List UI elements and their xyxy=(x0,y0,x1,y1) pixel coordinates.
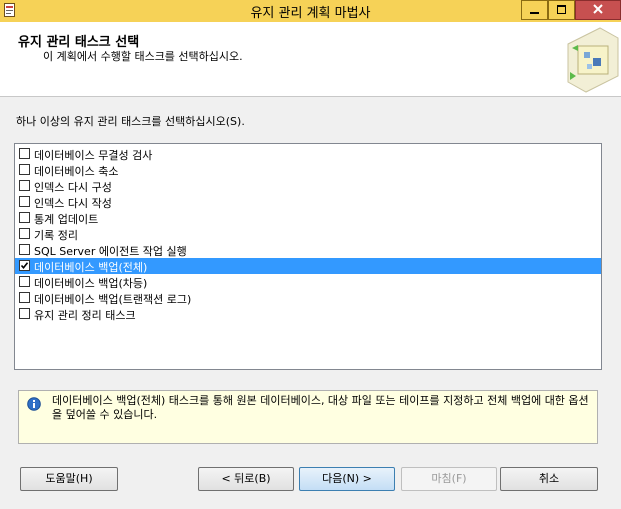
task-list-item[interactable]: 기록 정리 xyxy=(15,226,601,242)
task-checkbox[interactable] xyxy=(19,164,30,175)
task-label: SQL Server 에이전트 작업 실행 xyxy=(34,245,187,258)
task-checkbox[interactable] xyxy=(19,148,30,159)
task-label: 데이터베이스 백업(전체) xyxy=(34,261,148,274)
task-description-panel: 데이터베이스 백업(전체) 태스크를 통해 원본 데이터베이스, 대상 파일 또… xyxy=(18,390,598,444)
maximize-icon xyxy=(557,5,566,14)
task-checkbox[interactable] xyxy=(19,292,30,303)
task-checkbox[interactable] xyxy=(19,228,30,239)
task-checkbox[interactable] xyxy=(19,244,30,255)
close-button[interactable] xyxy=(575,0,621,20)
minimize-button[interactable] xyxy=(521,0,548,20)
task-list-item[interactable]: 데이터베이스 백업(차등) xyxy=(15,274,601,290)
task-label: 데이터베이스 무결성 검사 xyxy=(34,149,153,162)
task-list-item[interactable]: 데이터베이스 축소 xyxy=(15,162,601,178)
finish-button[interactable]: 마침(F) xyxy=(401,467,497,491)
next-button[interactable]: 다음(N) > xyxy=(299,467,395,491)
task-checkbox[interactable] xyxy=(19,180,30,191)
task-checkbox[interactable] xyxy=(19,212,30,223)
info-icon xyxy=(27,397,41,411)
wizard-illustration-icon xyxy=(567,27,619,93)
task-label: 데이터베이스 백업(트랜잭션 로그) xyxy=(34,293,192,306)
wizard-header: 유지 관리 태스크 선택 이 계획에서 수행할 태스크를 선택하십시오. xyxy=(0,22,621,97)
task-label: 데이터베이스 백업(차등) xyxy=(34,277,148,290)
task-label: 기록 정리 xyxy=(34,229,78,242)
task-list-item[interactable]: 인덱스 다시 구성 xyxy=(15,178,601,194)
back-button[interactable]: < 뒤로(B) xyxy=(198,467,294,491)
task-label: 데이터베이스 축소 xyxy=(34,165,119,178)
cancel-button[interactable]: 취소 xyxy=(500,467,598,491)
task-checkbox[interactable] xyxy=(19,308,30,319)
task-label: 인덱스 다시 구성 xyxy=(34,181,112,194)
help-button[interactable]: 도움말(H) xyxy=(20,467,118,491)
task-list[interactable]: 데이터베이스 무결성 검사데이터베이스 축소인덱스 다시 구성인덱스 다시 작성… xyxy=(14,143,602,370)
task-list-item[interactable]: SQL Server 에이전트 작업 실행 xyxy=(15,242,601,258)
task-label: 유지 관리 정리 태스크 xyxy=(34,309,136,322)
maximize-button[interactable] xyxy=(548,0,575,20)
task-checkbox[interactable] xyxy=(19,276,30,287)
task-prompt-label: 하나 이상의 유지 관리 태스크를 선택하십시오(S). xyxy=(16,115,245,128)
task-list-item[interactable]: 인덱스 다시 작성 xyxy=(15,194,601,210)
task-list-item[interactable]: 통계 업데이트 xyxy=(15,210,601,226)
task-label: 통계 업데이트 xyxy=(34,213,99,226)
task-list-item[interactable]: 데이터베이스 백업(트랜잭션 로그) xyxy=(15,290,601,306)
task-list-item[interactable]: 데이터베이스 백업(전체) xyxy=(15,258,601,274)
task-list-item[interactable]: 유지 관리 정리 태스크 xyxy=(15,306,601,322)
title-bar[interactable]: 유지 관리 계획 마법사 xyxy=(0,0,621,23)
task-checkbox[interactable] xyxy=(19,196,30,207)
task-checkbox[interactable] xyxy=(19,260,30,271)
task-list-item[interactable]: 데이터베이스 무결성 검사 xyxy=(15,146,601,162)
minimize-icon xyxy=(530,12,539,14)
checkmark-icon xyxy=(20,262,29,270)
task-description: 데이터베이스 백업(전체) 태스크를 통해 원본 데이터베이스, 대상 파일 또… xyxy=(52,394,589,421)
close-icon xyxy=(593,4,603,14)
page-subtitle: 이 계획에서 수행할 태스크를 선택하십시오. xyxy=(43,50,243,63)
task-label: 인덱스 다시 작성 xyxy=(34,197,112,210)
